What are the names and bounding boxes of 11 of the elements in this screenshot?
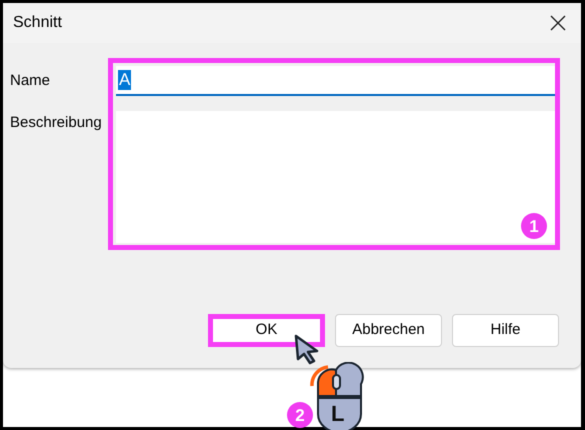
cursor-arrow-icon [293, 333, 321, 365]
step-number-badge: 2 [287, 402, 313, 428]
field-label: Name [10, 70, 52, 91]
window-title: Schnitt [13, 13, 62, 33]
dialog-button[interactable]: Hilfe [452, 314, 559, 347]
field-value: A [118, 70, 132, 90]
dialog-button[interactable]: OK [208, 314, 325, 347]
close-icon[interactable] [549, 14, 567, 32]
dialog-button[interactable]: Abbrechen [335, 314, 442, 347]
mouse-button-label: L [331, 403, 344, 425]
field-label: Beschreibung [10, 113, 103, 133]
